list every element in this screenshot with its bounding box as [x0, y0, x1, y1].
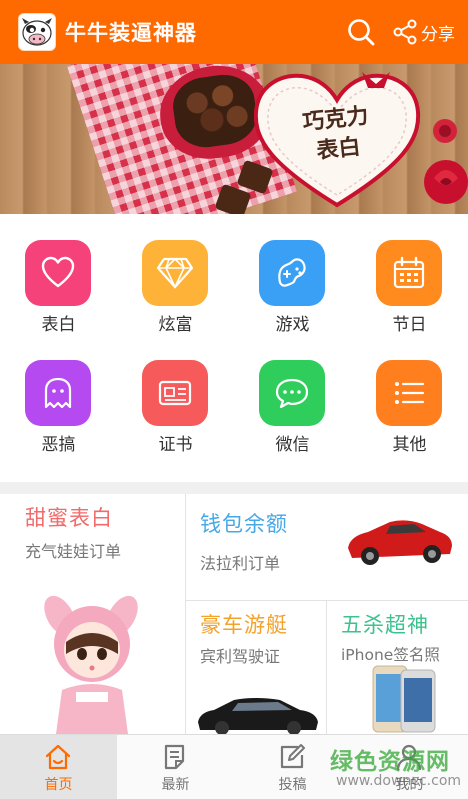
promo-card-pentakill[interactable]: 五杀超神 iPhone签名照	[327, 601, 468, 734]
category-label: 游戏	[275, 315, 310, 335]
app-header: 牛牛装逼神器 分享	[0, 0, 468, 64]
category-egao[interactable]: 恶搞	[0, 334, 117, 455]
promo-subtitle: 宾利驾驶证	[200, 647, 281, 666]
nav-home[interactable]: 首页	[0, 735, 117, 799]
promo-card-wallet[interactable]: 钱包余额 法拉利订单	[186, 494, 468, 600]
small-rose-image	[433, 119, 457, 143]
tile-qita	[376, 360, 442, 426]
category-label: 恶搞	[41, 435, 76, 455]
tile-zhengshu	[142, 360, 208, 426]
watermark: 绿色资源网 www.downcc.com	[330, 742, 468, 799]
category-zhengshu[interactable]: 证书	[117, 334, 234, 455]
share-icon	[393, 19, 417, 45]
home-icon	[45, 744, 71, 770]
category-qita[interactable]: 其他	[351, 334, 468, 455]
search-icon	[348, 19, 375, 46]
heart-icon	[41, 256, 75, 288]
watermark-title: 绿色资源网	[330, 749, 450, 775]
edit-icon	[280, 744, 305, 769]
promo-title: 钱包余额	[200, 512, 288, 536]
category-jieri[interactable]: 节日	[351, 214, 468, 335]
promo-title: 豪车游艇	[200, 613, 288, 637]
category-youxi[interactable]: 游戏	[234, 214, 351, 335]
gamepad-icon	[278, 258, 306, 287]
search-button[interactable]	[346, 17, 376, 47]
promo-subtitle: 充气娃娃订单	[25, 542, 122, 561]
promo-title: 甜蜜表白	[25, 506, 113, 530]
category-label: 证书	[158, 435, 193, 455]
category-label: 炫富	[158, 315, 193, 335]
app-screen: 牛牛装逼神器 分享 巧克力 表白 表白 炫富 游戏 节日 恶搞 证书 微信 其他…	[0, 0, 468, 799]
tile-xuanfu	[142, 240, 208, 306]
nav-label: 首页	[44, 777, 73, 793]
category-label: 节日	[392, 315, 427, 335]
black-car-image	[198, 698, 318, 734]
promo-banner[interactable]: 巧克力 表白	[0, 64, 468, 214]
document-icon	[164, 744, 185, 770]
certificate-icon	[158, 380, 192, 406]
doll-image	[44, 595, 138, 734]
cow-logo-icon	[22, 18, 52, 46]
nav-label: 最新	[161, 777, 190, 793]
tile-biaobai	[25, 240, 91, 306]
banner-caption: 巧克力 表白	[281, 99, 393, 170]
app-title: 牛牛装逼神器	[65, 21, 197, 45]
promo-card-luxury[interactable]: 豪车游艇 宾利驾驶证	[186, 601, 326, 734]
iphone-image	[372, 665, 436, 733]
category-grid: 表白 炫富 游戏 节日 恶搞 证书 微信 其他	[0, 214, 468, 482]
category-biaobai[interactable]: 表白	[0, 214, 117, 335]
category-label: 表白	[41, 315, 76, 335]
tile-jieri	[376, 240, 442, 306]
promo-subtitle: 法拉利订单	[200, 554, 281, 573]
chat-icon	[275, 378, 309, 409]
promo-subtitle: iPhone签名照	[341, 646, 440, 664]
share-button[interactable]: 分享	[392, 16, 455, 48]
share-label: 分享	[421, 24, 455, 45]
category-weixin[interactable]: 微信	[234, 334, 351, 455]
tile-youxi	[259, 240, 325, 306]
tile-weixin	[259, 360, 325, 426]
promo-section: 甜蜜表白 充气娃娃订单 钱包余额 法拉利订单 豪车游艇 宾利驾驶证 五杀超神 i…	[0, 494, 468, 734]
nav-latest[interactable]: 最新	[117, 735, 234, 799]
promo-title: 五杀超神	[341, 613, 429, 637]
calendar-icon	[393, 256, 425, 289]
category-xuanfu[interactable]: 炫富	[117, 214, 234, 335]
rose-image	[424, 160, 468, 204]
category-label: 微信	[275, 435, 310, 455]
category-label: 其他	[392, 435, 427, 455]
list-icon	[395, 382, 425, 404]
red-car-image	[348, 520, 452, 565]
app-logo	[18, 13, 56, 51]
promo-card-sweet[interactable]: 甜蜜表白 充气娃娃订单	[0, 494, 185, 734]
diamond-icon	[156, 257, 194, 289]
watermark-url: www.downcc.com	[336, 773, 462, 789]
tile-egao	[25, 360, 91, 426]
ghost-icon	[44, 377, 72, 409]
